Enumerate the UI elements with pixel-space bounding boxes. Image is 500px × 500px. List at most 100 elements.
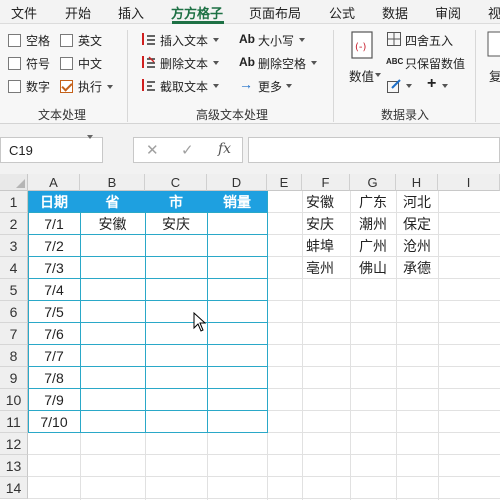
more-button[interactable]: 更多 <box>258 78 282 95</box>
table-header-city[interactable]: 市 <box>145 191 207 213</box>
lookup-cell-f2[interactable]: 安庆 <box>302 213 338 235</box>
execute-checkbox[interactable] <box>60 80 73 93</box>
row-header-1[interactable]: 1 <box>0 191 28 213</box>
tab-data[interactable]: 数据 <box>382 3 408 22</box>
checkbox-chinese[interactable] <box>60 57 73 70</box>
table-header-date[interactable]: 日期 <box>28 191 80 213</box>
lookup-cell-f3[interactable]: 蚌埠 <box>302 235 338 257</box>
chevron-down-icon[interactable] <box>375 73 381 77</box>
row-header-11[interactable]: 11 <box>0 411 28 433</box>
column-header-c[interactable]: C <box>145 174 207 191</box>
checkbox-english[interactable] <box>60 34 73 47</box>
tab-review[interactable]: 审阅 <box>435 3 461 22</box>
date-cell[interactable]: 7/5 <box>28 301 80 323</box>
date-cell[interactable]: 7/3 <box>28 257 80 279</box>
row-header-13[interactable]: 13 <box>0 455 28 477</box>
lookup-cell-h1[interactable]: 河北 <box>396 191 438 213</box>
execute-button-label[interactable]: 执行 <box>78 78 102 95</box>
fx-icon[interactable]: fx <box>218 141 231 157</box>
gridline <box>80 433 81 500</box>
row-header-5[interactable]: 5 <box>0 279 28 301</box>
column-header-f[interactable]: F <box>302 174 350 191</box>
table-header-province[interactable]: 省 <box>80 191 145 213</box>
svg-text:(-): (-) <box>355 42 367 53</box>
delete-text-button[interactable]: 删除文本 <box>160 55 208 72</box>
row-header-3[interactable]: 3 <box>0 235 28 257</box>
lookup-cell-g2[interactable]: 潮州 <box>350 213 396 235</box>
tab-formulas[interactable]: 公式 <box>329 3 355 22</box>
lookup-cell-f4[interactable]: 亳州 <box>302 257 338 279</box>
checkbox-symbol[interactable] <box>8 57 21 70</box>
row-header-10[interactable]: 10 <box>0 389 28 411</box>
date-cell[interactable]: 7/4 <box>28 279 80 301</box>
column-header-h[interactable]: H <box>396 174 438 191</box>
table-border <box>28 388 268 389</box>
row-header-6[interactable]: 6 <box>0 301 28 323</box>
lookup-cell-h3[interactable]: 沧州 <box>396 235 438 257</box>
column-header-d[interactable]: D <box>207 174 267 191</box>
lookup-cell-g4[interactable]: 佛山 <box>350 257 396 279</box>
case-button[interactable]: 大小写 <box>258 32 294 49</box>
lookup-cell-f1[interactable]: 安徽 <box>302 191 338 213</box>
tab-page-layout[interactable]: 页面布局 <box>249 3 301 22</box>
city-cell-c2[interactable]: 安庆 <box>145 213 207 235</box>
row-header-14[interactable]: 14 <box>0 477 28 499</box>
chevron-down-icon[interactable] <box>213 84 219 88</box>
column-header-b[interactable]: B <box>80 174 145 191</box>
row-header-4[interactable]: 4 <box>0 257 28 279</box>
tab-file[interactable]: 文件 <box>11 3 37 22</box>
column-header-g[interactable]: G <box>350 174 396 191</box>
chevron-down-icon[interactable] <box>213 61 219 65</box>
chevron-down-icon[interactable] <box>406 84 412 88</box>
formula-input[interactable] <box>248 137 500 163</box>
value-button[interactable]: 数值 <box>349 66 374 85</box>
confirm-icon[interactable]: ✓ <box>181 141 194 159</box>
row-header-9[interactable]: 9 <box>0 367 28 389</box>
tab-home[interactable]: 开始 <box>65 3 91 22</box>
cut-button-label[interactable]: 复 <box>489 66 500 85</box>
date-cell[interactable]: 7/1 <box>28 213 80 235</box>
chevron-down-icon[interactable] <box>299 38 305 42</box>
column-header-a[interactable]: A <box>28 174 80 191</box>
select-all-corner[interactable] <box>0 174 28 191</box>
keep-value-button[interactable]: 只保留数值 <box>405 55 465 72</box>
lookup-cell-h4[interactable]: 承德 <box>396 257 438 279</box>
remove-space-button[interactable]: 删除空格 <box>258 55 306 72</box>
column-header-i[interactable]: I <box>438 174 500 191</box>
column-header-e[interactable]: E <box>267 174 302 191</box>
date-cell[interactable]: 7/2 <box>28 235 80 257</box>
row-header-8[interactable]: 8 <box>0 345 28 367</box>
name-box-caret[interactable] <box>87 135 93 139</box>
table-header-sales[interactable]: 销量 <box>207 191 267 213</box>
date-cell[interactable]: 7/8 <box>28 367 80 389</box>
province-cell-b2[interactable]: 安徽 <box>80 213 145 235</box>
chevron-down-icon[interactable] <box>286 84 292 88</box>
execute-dropdown-caret[interactable] <box>107 85 113 89</box>
date-cell[interactable]: 7/9 <box>28 389 80 411</box>
date-cell[interactable]: 7/10 <box>28 411 80 433</box>
chevron-down-icon[interactable] <box>213 38 219 42</box>
table-border <box>28 256 268 257</box>
row-header-12[interactable]: 12 <box>0 433 28 455</box>
checkbox-number[interactable] <box>8 80 21 93</box>
spreadsheet-grid[interactable]: A B C D E F G H I 1 2 3 4 5 6 7 8 9 10 1… <box>0 174 500 500</box>
chevron-down-icon[interactable] <box>311 61 317 65</box>
round-button[interactable]: 四舍五入 <box>405 32 453 49</box>
lookup-cell-h2[interactable]: 保定 <box>396 213 438 235</box>
tab-insert[interactable]: 插入 <box>118 3 144 22</box>
insert-text-button[interactable]: 插入文本 <box>160 32 208 49</box>
lookup-cell-g1[interactable]: 广东 <box>350 191 396 213</box>
tab-view[interactable]: 视 <box>488 3 500 22</box>
cancel-icon[interactable]: ✕ <box>146 141 159 159</box>
name-box[interactable]: C19 <box>0 137 103 163</box>
lookup-cell-g3[interactable]: 广州 <box>350 235 396 257</box>
chevron-down-icon[interactable] <box>442 84 448 88</box>
date-cell[interactable]: 7/6 <box>28 323 80 345</box>
extract-text-button[interactable]: 截取文本 <box>160 78 208 95</box>
checkbox-space[interactable] <box>8 34 21 47</box>
plus-icon[interactable]: + <box>427 75 436 93</box>
tab-fangfang[interactable]: 方方格子 <box>171 3 223 22</box>
row-header-7[interactable]: 7 <box>0 323 28 345</box>
date-cell[interactable]: 7/7 <box>28 345 80 367</box>
row-header-2[interactable]: 2 <box>0 213 28 235</box>
